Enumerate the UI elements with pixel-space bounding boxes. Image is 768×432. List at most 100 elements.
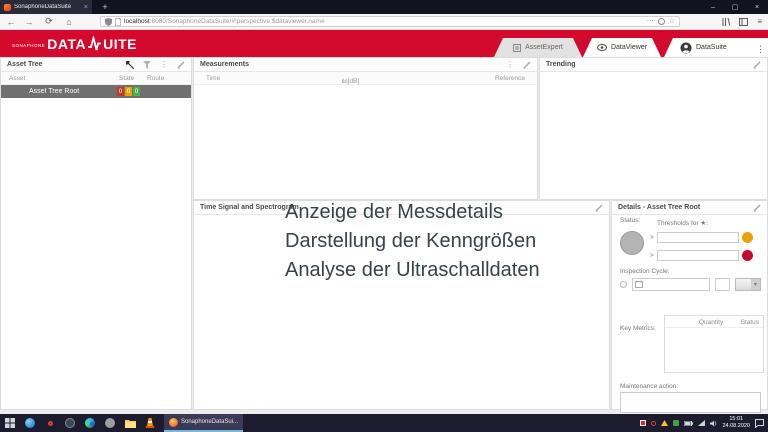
trending-panel: Trending [539,57,768,200]
inspection-date-input[interactable] [632,277,710,291]
home-button[interactable]: ⌂ [62,14,76,29]
tab-close-icon[interactable]: × [84,4,88,11]
more-actions-icon[interactable]: ⋯ [647,18,654,25]
user-label: DataSuite [696,44,727,51]
calendar-icon [635,280,643,288]
maintenance-action-textarea[interactable] [620,392,761,413]
new-tab-button[interactable]: + [98,0,112,14]
menu-icon[interactable]: ≡ [757,17,762,26]
inspection-cycle-row: ▾ [620,277,761,291]
tab-assetexpert[interactable]: AssetExpert [494,38,582,57]
measurements-panel: Measurements ⋮ Time Leq [dB] Reference [193,57,538,200]
tray-app1-icon[interactable] [640,420,647,426]
inspection-unit-select[interactable]: ▾ [735,277,761,291]
clock-date: 24.08.2020 [722,423,750,429]
status-indicator [620,231,644,255]
app-header: SONAPHONE DATA UITE AssetExpert DataView… [0,30,768,57]
col-route: Route [147,75,165,82]
measurements-header: Measurements ⋮ [194,58,537,72]
forward-button[interactable]: → [22,14,36,29]
inspection-interval-input[interactable] [715,277,730,291]
time-signal-edit-icon[interactable] [595,204,603,212]
key-metrics-label: Key Metrics: [620,325,656,332]
inspection-checkbox[interactable] [620,280,627,288]
measurements-kebab-icon[interactable]: ⋮ [506,60,514,69]
tray-warning-icon[interactable] [661,420,669,426]
time-signal-header: Time Signal and Spectrogram [194,201,609,215]
taskbar-app1-icon[interactable] [20,414,40,432]
action-center-icon[interactable] [755,418,764,428]
shield-icon[interactable] [105,17,112,26]
battery-icon[interactable] [684,420,694,426]
window-close-button[interactable]: × [746,0,768,14]
taskbar-app2-icon[interactable] [100,414,120,432]
ok-count-badge: 0 [133,87,140,96]
asset-tree-column-header: Asset State Route [1,72,191,85]
asset-tree-kebab-icon[interactable]: ⋮ [160,60,168,69]
main-area: Asset Tree ⋮ Asset State Route Asset Tre… [0,57,768,414]
measurements-column-header: Time Leq [dB] Reference [194,72,537,85]
trending-edit-icon[interactable] [753,61,761,69]
browser-tab[interactable]: SonaphoneDataSuite × [0,0,92,14]
trending-title: Trending [546,61,576,68]
filter-icon[interactable] [143,60,151,69]
assetexpert-icon [513,44,521,52]
header-kebab-icon[interactable]: ⋮ [756,45,765,54]
col-reference: Reference [495,75,525,82]
chevron-down-icon: ▾ [751,278,760,290]
window-minimize-button[interactable]: – [702,0,724,14]
vlc-icon[interactable] [140,414,160,432]
obs-icon[interactable] [60,414,80,432]
address-bar[interactable]: localhost:8080/SonaphoneDataSuite/#!pers… [100,16,680,27]
col-leq: Leq [dB] [342,78,360,85]
browser-titlebar: SonaphoneDataSuite × + – ▢ × [0,0,768,14]
user-avatar-icon [680,42,692,54]
status-label: Status: [620,217,641,224]
pocket-icon[interactable] [657,18,665,25]
key-metrics-column-header: Quantity Status [665,316,763,328]
measurements-edit-icon[interactable] [523,61,531,69]
edge-icon[interactable] [80,414,100,432]
taskbar-clock[interactable]: 15:01 24.08.2020 [722,416,750,430]
volume-icon[interactable] [710,420,717,427]
file-explorer-icon[interactable] [120,414,140,432]
window-controls: – ▢ × [702,0,768,14]
network-icon[interactable] [698,420,706,426]
library-icon[interactable] [722,17,731,26]
asset-tree-edit-icon[interactable] [177,61,185,69]
sidebar-icon[interactable] [739,17,749,26]
asset-tree-header: Asset Tree ⋮ [1,58,191,72]
details-body: Status: Thresholds for ★: > > Inspection… [612,215,767,413]
details-edit-icon[interactable] [753,204,761,212]
threshold-upper-input[interactable] [656,231,739,243]
state-badges: 0 0 0 [117,87,140,96]
page-info-icon[interactable] [115,17,121,26]
url-host: localhost [124,18,150,25]
start-button[interactable] [0,414,20,432]
opera-icon[interactable] [40,414,60,432]
url-text[interactable]: localhost:8080/SonaphoneDataSuite/#!pers… [124,18,644,25]
window-maximize-button[interactable]: ▢ [724,0,746,14]
system-tray: 15:01 24.08.2020 [640,416,768,430]
tray-opera-icon[interactable] [651,420,657,426]
tray-green-icon[interactable] [673,420,680,426]
tab-dataviewer[interactable]: DataViewer [583,38,661,57]
back-button[interactable]: ← [4,14,18,29]
user-menu[interactable]: DataSuite [664,38,768,57]
threshold-row-lower: > [650,249,753,261]
bookmark-star-icon[interactable]: ☆ [669,18,675,25]
time-signal-title: Time Signal and Spectrogram [200,204,299,211]
threshold-row-upper: > [650,231,753,243]
threshold-lower-input[interactable] [656,249,739,261]
inspection-cycle-label: Inspection Cycle: [620,268,670,275]
gt-label: > [650,233,654,241]
reload-button[interactable]: ⟳ [42,14,56,29]
alarm-count-badge: 0 [117,87,124,96]
details-panel: Details - Asset Tree Root Status: Thresh… [611,200,768,413]
col-quantity: Quantity [699,319,724,326]
trending-header: Trending [540,58,767,72]
taskbar-active-app[interactable]: SonaphoneDataSui... [164,414,244,432]
asset-tree-root-row[interactable]: Asset Tree Root 0 0 0 [1,85,191,98]
col-state: State [119,75,135,82]
tool-icon[interactable] [126,60,134,69]
